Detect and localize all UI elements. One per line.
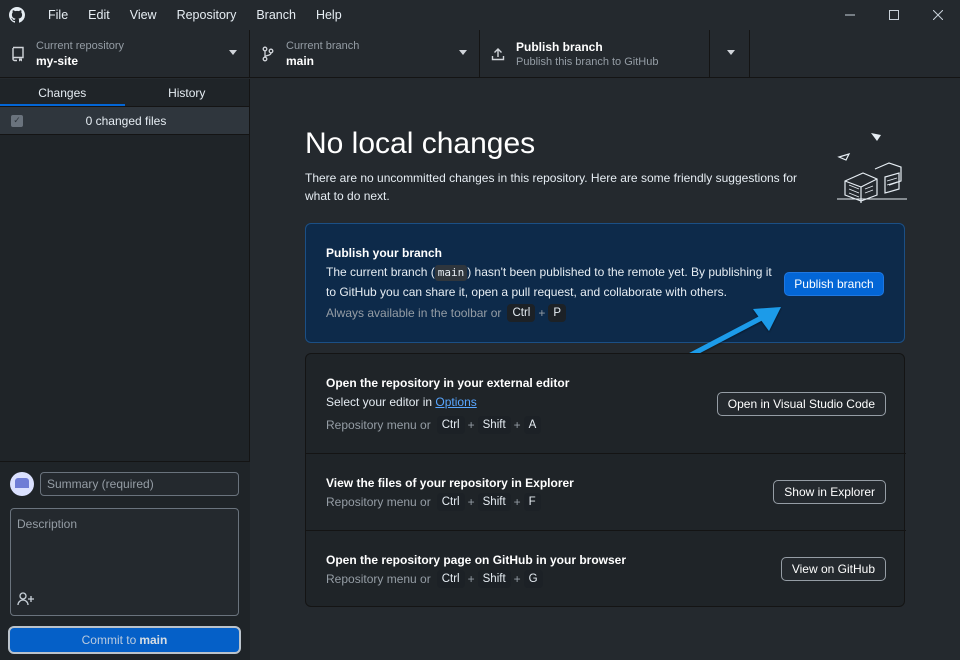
editor-title: Open the repository in your external edi…	[326, 376, 570, 390]
publish-branch-button[interactable]: Publish branch	[784, 272, 884, 296]
description-placeholder: Description	[17, 517, 78, 531]
branch-code: main	[434, 265, 468, 281]
show-in-explorer-button[interactable]: Show in Explorer	[773, 480, 886, 504]
list-item: Open the repository page on GitHub in yo…	[306, 531, 906, 608]
close-icon[interactable]	[916, 0, 960, 30]
publish-branch-toolbar-button[interactable]: Publish branch Publish this branch to Gi…	[480, 30, 710, 78]
window-controls	[828, 0, 960, 30]
open-in-vscode-button[interactable]: Open in Visual Studio Code	[716, 392, 886, 416]
menu-help[interactable]: Help	[306, 0, 352, 30]
github-hint: Repository menu or Ctrl + Shift + G	[326, 570, 545, 588]
explorer-title: View the files of your repository in Exp…	[326, 476, 574, 490]
repository-label: Current repository	[36, 40, 125, 52]
add-coauthor-icon[interactable]	[17, 592, 35, 609]
changed-files-count: 0 changed files	[85, 113, 167, 128]
kbd-shift: Shift	[477, 570, 511, 588]
hint-text: Always available in the toolbar or	[326, 306, 502, 320]
empty-state-illustration-icon	[837, 133, 907, 203]
kbd-shift: Shift	[477, 416, 511, 434]
publish-branch-card: Publish your branch The current branch (…	[305, 223, 905, 343]
commit-button[interactable]: Commit to main	[8, 626, 241, 654]
tab-history[interactable]: History	[125, 79, 250, 106]
upload-icon	[480, 47, 516, 61]
publish-body-text: The current branch (	[326, 265, 435, 279]
current-branch-button[interactable]: Current branch main	[250, 30, 480, 78]
menu-branch[interactable]: Branch	[246, 0, 306, 30]
menu-view[interactable]: View	[120, 0, 167, 30]
kbd-f: F	[523, 493, 541, 511]
list-item: View the files of your repository in Exp…	[306, 454, 906, 531]
kbd-p: P	[548, 304, 567, 322]
changed-files-header: ✓ 0 changed files	[0, 107, 249, 135]
kbd-ctrl: Ctrl	[436, 416, 465, 434]
menu-edit[interactable]: Edit	[78, 0, 120, 30]
editor-subtitle: Select your editor in Options	[326, 392, 477, 412]
branch-icon	[250, 46, 286, 62]
hint-text: Repository menu or	[326, 572, 431, 586]
editor-subtitle-text: Select your editor in	[326, 395, 433, 409]
chevron-down-icon	[727, 50, 735, 55]
publish-dropdown-button[interactable]	[710, 30, 750, 78]
kbd-shift: Shift	[477, 493, 511, 511]
kbd-ctrl: Ctrl	[436, 493, 465, 511]
kbd-g: G	[523, 570, 543, 588]
editor-hint: Repository menu or Ctrl + Shift + A	[326, 416, 543, 434]
title-bar: File Edit View Repository Branch Help	[0, 0, 960, 30]
sidebar-tabs: Changes History	[0, 79, 249, 107]
hint-text: Repository menu or	[326, 495, 431, 509]
chevron-down-icon	[229, 50, 237, 55]
current-repository-button[interactable]: Current repository my-site	[0, 30, 250, 78]
sidebar: Changes History ✓ 0 changed files Descri…	[0, 79, 250, 660]
kbd-ctrl: Ctrl	[436, 570, 465, 588]
select-all-checkbox[interactable]: ✓	[11, 114, 23, 127]
menu-repository[interactable]: Repository	[167, 0, 247, 30]
page-title: No local changes	[305, 127, 536, 160]
commit-button-label: Commit to	[81, 633, 137, 647]
github-title: Open the repository page on GitHub in yo…	[326, 553, 627, 567]
maximize-icon[interactable]	[872, 0, 916, 30]
branch-name: main	[286, 54, 315, 68]
tab-changes[interactable]: Changes	[0, 79, 125, 106]
list-item: Open the repository in your external edi…	[306, 354, 906, 454]
publish-label: Publish branch	[516, 40, 603, 54]
kbd-ctrl: Ctrl	[507, 304, 536, 322]
branch-label: Current branch	[286, 40, 360, 52]
avatar	[10, 472, 34, 496]
repository-icon	[0, 46, 36, 62]
hint-text: Repository menu or	[326, 418, 431, 432]
explorer-hint: Repository menu or Ctrl + Shift + F	[326, 493, 543, 511]
menu-bar: File Edit View Repository Branch Help	[38, 0, 352, 30]
suggestions-list: Open the repository in your external edi…	[305, 353, 906, 608]
publish-card-body: The current branch (main) hasn't been pu…	[326, 262, 776, 302]
description-field[interactable]: Description	[10, 508, 239, 616]
commit-area: Description Commit to main	[0, 461, 250, 660]
commit-button-branch: main	[139, 633, 168, 647]
repository-name: my-site	[36, 54, 79, 68]
summary-input[interactable]	[40, 472, 239, 496]
publish-card-hint: Always available in the toolbar or Ctrl +…	[326, 304, 568, 322]
toolbar: Current repository my-site Current branc…	[0, 30, 960, 78]
intro-text: There are no uncommitted changes in this…	[305, 171, 798, 203]
options-link[interactable]: Options	[435, 395, 476, 409]
publish-card-title: Publish your branch	[326, 246, 443, 260]
view-on-github-button[interactable]: View on GitHub	[780, 557, 886, 581]
publish-subtitle: Publish this branch to GitHub	[516, 56, 659, 68]
kbd-a: A	[523, 416, 542, 434]
menu-file[interactable]: File	[38, 0, 78, 30]
chevron-down-icon	[459, 50, 467, 55]
github-logo-icon	[0, 0, 34, 30]
main-panel: No local changes There are no uncommitte…	[251, 79, 960, 660]
minimize-icon[interactable]	[828, 0, 872, 30]
